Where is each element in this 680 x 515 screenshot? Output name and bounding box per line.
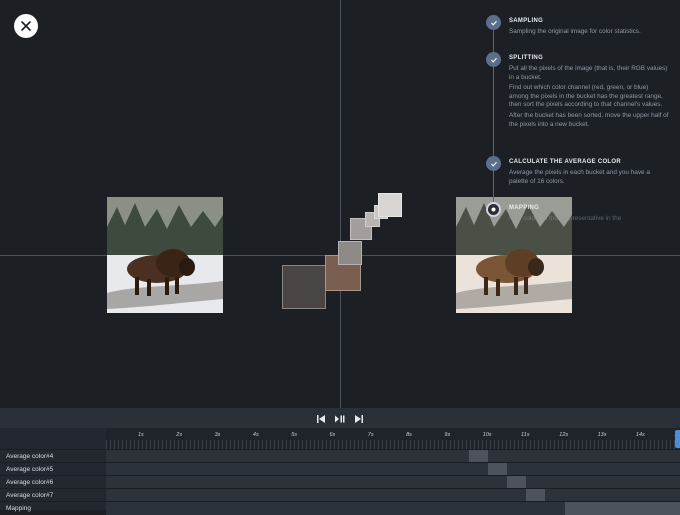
step-description: Average the pixels in each bucket and yo…: [509, 169, 669, 188]
original-bison-image: [107, 197, 223, 313]
vertical-axis-line: [340, 0, 341, 408]
step-title: SPLITTING: [509, 55, 544, 61]
time-tick-label: 8s: [406, 432, 412, 438]
time-tick-label: 11s: [521, 432, 530, 438]
step-paragraph: Put all the pixels of the image (that is…: [509, 65, 668, 81]
playback-controls: [0, 408, 680, 428]
timeline-row: Average color#7: [0, 488, 680, 502]
time-tick-label: 10s: [482, 432, 492, 438]
play-pause-icon: [335, 415, 345, 423]
skip-forward-icon: [355, 415, 363, 423]
step-paragraph: Average the pixels in each bucket and yo…: [509, 169, 650, 185]
timeline-panel: 1s2s3s4s5s6s7s8s9s10s11s12s13s14s15 Aver…: [0, 408, 680, 515]
check-icon: [486, 52, 501, 67]
close-icon: [21, 21, 31, 31]
time-tick-label: 4s: [252, 432, 259, 438]
step-paragraph: Sampling the original image for color st…: [509, 28, 641, 35]
time-tick-label: 13s: [597, 432, 607, 438]
timeline-row: Average color#6: [0, 475, 680, 489]
color-swatch: [282, 265, 326, 309]
current-step-icon: [486, 202, 501, 217]
timeline-row-label: Average color#4: [6, 453, 54, 460]
time-tick-label: 6s: [329, 432, 336, 438]
close-button[interactable]: [14, 14, 38, 38]
time-tick-label: 14s: [635, 432, 645, 438]
timeline-row-label: Average color#6: [6, 479, 54, 486]
playhead-handle[interactable]: [675, 430, 680, 448]
timeline-row: Average color#4: [0, 449, 680, 463]
skip-back-icon: [317, 415, 325, 423]
skip-back-button[interactable]: [315, 412, 327, 424]
color-swatch: [338, 241, 362, 265]
timeline-track[interactable]: [106, 502, 680, 515]
timeline-row-label: Average color#7: [6, 492, 54, 499]
step-description: Sampling the original image for color st…: [509, 28, 669, 39]
check-icon: [486, 156, 501, 171]
step-paragraph: After the bucket has been sorted, move t…: [509, 111, 669, 128]
step-title: MAPPING: [509, 205, 540, 211]
timeline-row: Average color#5: [0, 462, 680, 476]
time-tick-label: 3s: [214, 432, 221, 438]
time-tick-label: 12s: [559, 432, 569, 438]
step-paragraph: Map colors to their representative in th…: [509, 215, 622, 222]
color-swatch: [378, 193, 402, 217]
time-tick-label: 9s: [444, 432, 451, 438]
time-tick-label: 7s: [367, 432, 374, 438]
time-tick-label: 5s: [291, 432, 297, 438]
play-pause-button[interactable]: [334, 412, 346, 424]
step-paragraph: Find out which color channel (red, green…: [509, 84, 663, 109]
skip-forward-button[interactable]: [353, 412, 365, 424]
step-title: SAMPLING: [509, 18, 544, 24]
step-title: CALCULATE THE AVERAGE COLOR: [509, 159, 621, 165]
timeline-row-label: Average color#5: [6, 466, 54, 473]
time-tick-label: 2s: [176, 432, 183, 438]
check-icon: [486, 15, 501, 30]
step-description: Put all the pixels of the image (that is…: [509, 65, 669, 131]
timeline-row: Mapping: [0, 501, 680, 515]
timeline-row-label: Mapping: [6, 505, 31, 512]
timeline-clip[interactable]: [565, 502, 680, 515]
step-description: Map colors to their representative in th…: [509, 215, 669, 226]
animation-canvas: SAMPLING Sampling the original image for…: [0, 0, 680, 408]
time-tick-label: 1s: [138, 432, 144, 438]
